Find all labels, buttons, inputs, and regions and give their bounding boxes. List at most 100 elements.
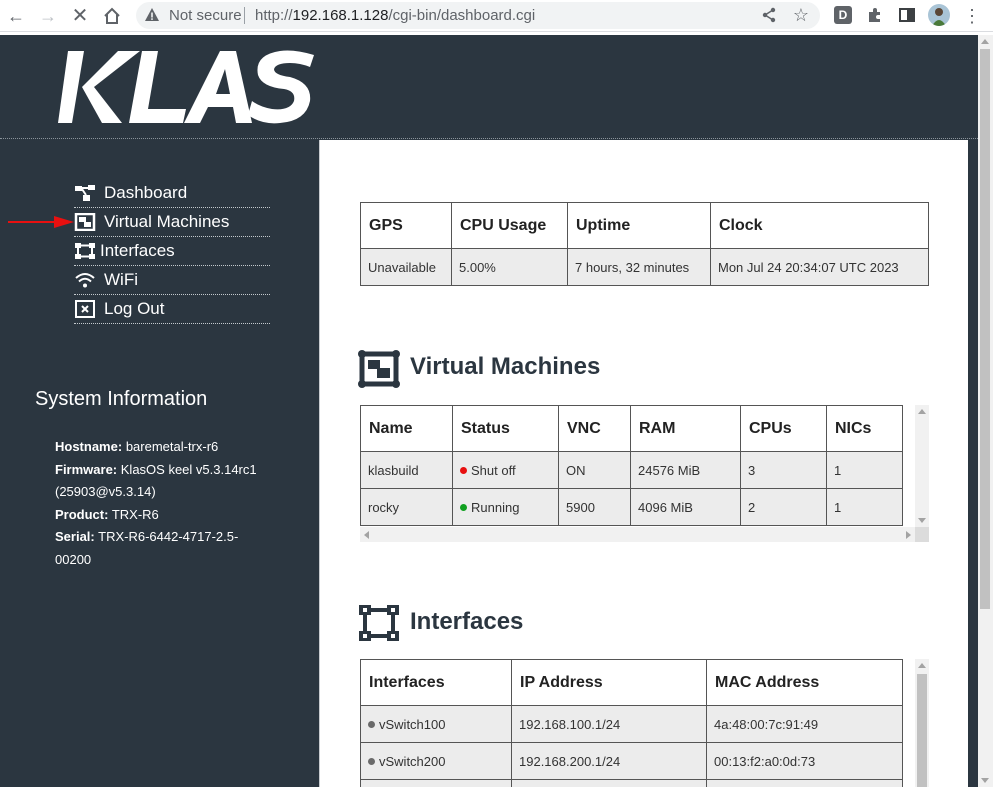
firmware-build: (25903@v5.3.14) [55, 484, 156, 499]
table-row[interactable]: vSwitch100 192.168.100.1/24 4a:48:00:7c:… [360, 705, 903, 743]
table-row[interactable]: vSwitch200 192.168.200.1/24 00:13:f2:a0:… [360, 742, 903, 780]
logout-icon [75, 300, 95, 318]
vm-vertical-scrollbar[interactable] [915, 405, 929, 527]
sidebar-item-logout[interactable]: Log Out [74, 295, 270, 324]
back-icon[interactable]: ← [4, 4, 28, 28]
extension-d-icon[interactable]: D [834, 6, 852, 24]
table-row[interactable] [360, 779, 903, 787]
iface-ip-header: IP Address [511, 659, 707, 706]
scrollbar-corner [915, 527, 929, 542]
virtual-machines-title: Virtual Machines [410, 353, 601, 380]
status-dot-icon [460, 503, 467, 511]
vm-name: rocky [360, 488, 453, 526]
browser-menu-icon[interactable]: ⋮ [960, 4, 984, 28]
cpu-header: CPU Usage [451, 202, 568, 249]
red-pointer-arrow [8, 216, 74, 228]
scrollbar-thumb[interactable] [917, 674, 927, 787]
vm-vnc: ON [558, 451, 631, 489]
interfaces-title: Interfaces [410, 608, 524, 635]
uptime-header: Uptime [567, 202, 711, 249]
dashboard-icon [75, 185, 95, 201]
klas-logo [58, 50, 314, 124]
table-row[interactable]: klasbuild Shut off ON 24576 MiB 3 1 [360, 451, 903, 489]
iface-mac: 4a:48:00:7c:91:49 [706, 705, 903, 743]
sidebar-item-wifi[interactable]: WiFi [74, 266, 270, 295]
vm-table-container[interactable]: Name Status VNC RAM CPUs NICs klasbuild … [360, 405, 929, 542]
vm-status-header: Status [452, 405, 559, 452]
vm-vnc-header: VNC [558, 405, 631, 452]
vm-name-header: Name [360, 405, 453, 452]
page-scrollbar[interactable] [978, 35, 993, 787]
bullet-icon [368, 757, 375, 765]
sidebar-item-virtual-machines[interactable]: Virtual Machines [74, 208, 270, 237]
vm-ram: 4096 MiB [630, 488, 741, 526]
interfaces-icon [75, 243, 95, 259]
warning-icon[interactable] [144, 7, 160, 23]
vm-nics: 1 [826, 488, 903, 526]
security-label[interactable]: Not secure [169, 7, 242, 24]
system-info-panel: Hostname: baremetal-trx-r6 Firmware: Kla… [55, 436, 270, 571]
sidebar-item-dashboard[interactable]: Dashboard [74, 179, 270, 208]
bullet-icon [368, 720, 375, 728]
side-panel-icon[interactable] [898, 6, 916, 24]
vm-cpus: 3 [740, 451, 827, 489]
clock-header: Clock [710, 202, 929, 249]
status-table: GPS CPU Usage Uptime Clock Unavailable 5… [360, 202, 929, 286]
page-header [0, 35, 978, 139]
vm-nics: 1 [826, 451, 903, 489]
forward-icon[interactable]: → [36, 4, 60, 28]
profile-avatar[interactable] [928, 4, 950, 26]
gps-header: GPS [360, 202, 452, 249]
table-row[interactable]: rocky Running 5900 4096 MiB 2 1 [360, 488, 903, 526]
vm-table: Name Status VNC RAM CPUs NICs klasbuild … [360, 405, 903, 526]
iface-name: vSwitch100 [360, 705, 512, 743]
interfaces-table-container[interactable]: Interfaces IP Address MAC Address vSwitc… [360, 659, 929, 787]
iface-mac-header: MAC Address [706, 659, 903, 706]
page-scrollbar-thumb[interactable] [980, 49, 990, 609]
wifi-icon [75, 273, 95, 288]
sidebar-nav: Dashboard Virtual Machines Interfaces Wi… [74, 179, 270, 324]
interfaces-table: Interfaces IP Address MAC Address vSwitc… [360, 659, 903, 787]
vm-ram-header: RAM [630, 405, 741, 452]
sidebar-item-interfaces[interactable]: Interfaces [74, 237, 270, 266]
firmware-row: Firmware: KlasOS keel v5.3.14rc1 [55, 461, 257, 477]
virtual-machines-icon [74, 213, 96, 231]
status-dot-icon [460, 466, 467, 474]
clock-value: Mon Jul 24 20:34:07 UTC 2023 [710, 248, 929, 286]
vm-ram: 24576 MiB [630, 451, 741, 489]
sidebar-item-label: WiFi [104, 270, 138, 289]
virtual-machines-section-icon [358, 350, 400, 388]
iface-mac: 00:13:f2:a0:0d:73 [706, 742, 903, 780]
sidebar-item-label: Log Out [104, 299, 165, 318]
dashboard-page: Dashboard Virtual Machines Interfaces Wi… [0, 35, 978, 787]
serial-row: Serial: TRX-R6-6442-4717-2.5- [55, 529, 239, 544]
address-bar[interactable]: Not secure http://192.168.1.128/cgi-bin/… [136, 2, 820, 29]
browser-toolbar: ← → ✕ Not secure http://192.168.1.128/cg… [0, 0, 993, 32]
vm-vnc: 5900 [558, 488, 631, 526]
vm-status: Running [452, 488, 559, 526]
url-text[interactable]: http://192.168.1.128/cgi-bin/dashboard.c… [255, 7, 535, 24]
share-icon[interactable] [759, 5, 779, 25]
vm-cpus: 2 [740, 488, 827, 526]
product-row: Product: TRX-R6 [55, 506, 159, 522]
bookmark-star-icon[interactable]: ☆ [791, 5, 811, 25]
vm-horizontal-scrollbar[interactable] [360, 527, 915, 542]
main-content: GPS CPU Usage Uptime Clock Unavailable 5… [319, 140, 968, 787]
interfaces-section-icon [359, 605, 399, 641]
interfaces-vertical-scrollbar[interactable] [915, 659, 929, 787]
extensions-puzzle-icon[interactable] [866, 6, 884, 24]
cpu-value: 5.00% [451, 248, 568, 286]
vm-nics-header: NICs [826, 405, 903, 452]
vm-cpus-header: CPUs [740, 405, 827, 452]
iface-name-header: Interfaces [360, 659, 512, 706]
system-info-title: System Information [35, 388, 208, 410]
stop-icon[interactable]: ✕ [68, 4, 92, 28]
iface-name: vSwitch200 [360, 742, 512, 780]
vm-name: klasbuild [360, 451, 453, 489]
iface-ip: 192.168.200.1/24 [511, 742, 707, 780]
gps-value: Unavailable [360, 248, 452, 286]
home-icon[interactable] [100, 4, 124, 28]
uptime-value: 7 hours, 32 minutes [567, 248, 711, 286]
sidebar-item-label: Virtual Machines [104, 212, 230, 231]
vm-status: Shut off [452, 451, 559, 489]
